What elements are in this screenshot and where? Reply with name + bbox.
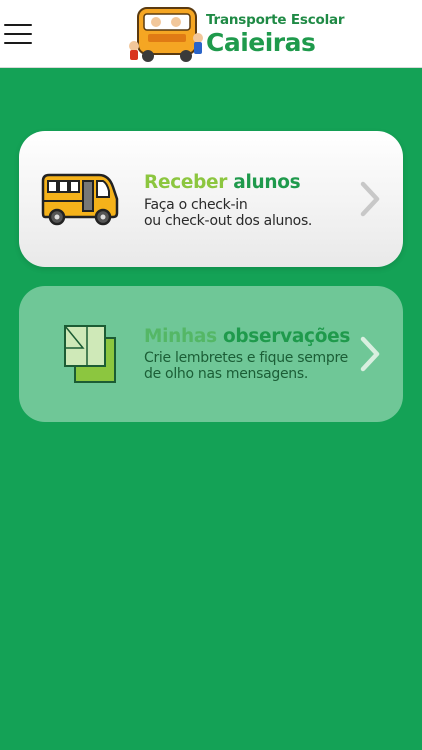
card-subtitle: Faça o check-in ou check-out dos alunos. xyxy=(144,197,313,229)
chevron-right-icon xyxy=(360,181,380,217)
logo-bus-icon xyxy=(129,7,203,62)
receive-students-card[interactable]: Receber alunos Faça o check-in ou check-… xyxy=(19,131,403,267)
my-notes-card[interactable]: Minhas observações Crie lembretes e fiqu… xyxy=(19,286,403,422)
logo-city: Caieiras xyxy=(206,28,316,57)
hamburger-menu-icon[interactable] xyxy=(4,24,32,44)
top-bar: Transporte Escolar Caieiras xyxy=(0,0,422,68)
logo-title: Transporte Escolar xyxy=(206,12,345,28)
chevron-right-icon xyxy=(360,336,380,372)
card-subtitle: Crie lembretes e fique sempre de olho na… xyxy=(144,350,348,382)
app-logo: Transporte Escolar Caieiras xyxy=(128,2,345,66)
card-title: Minhas observações xyxy=(144,326,351,347)
school-bus-icon xyxy=(41,173,119,226)
notes-icon xyxy=(64,325,116,383)
card-title: Receber alunos xyxy=(144,172,301,193)
